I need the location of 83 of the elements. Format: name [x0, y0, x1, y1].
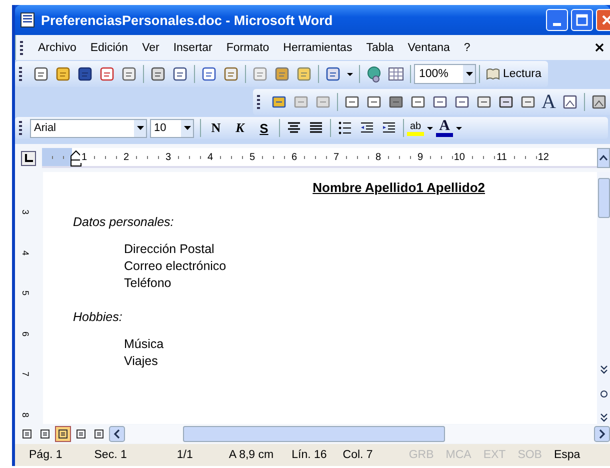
- toolbar-grip[interactable]: [19, 67, 22, 81]
- reading-button[interactable]: Lectura: [483, 68, 544, 80]
- toolbar-grip[interactable]: [256, 95, 260, 109]
- ruler-number: 6: [21, 331, 31, 336]
- close-document-icon[interactable]: [595, 43, 604, 52]
- ruler-number: 5: [248, 152, 256, 162]
- ruler-number: 3: [21, 210, 31, 214]
- image-icon[interactable]: [561, 93, 579, 111]
- table-icon[interactable]: [387, 65, 405, 83]
- list-item: Correo electrónico: [124, 258, 226, 275]
- ruler-number: 4: [21, 250, 31, 256]
- menu-item[interactable]: Insertar: [166, 42, 220, 54]
- dropdown-arrow-icon: [184, 126, 190, 130]
- ruler-number: 3: [164, 152, 172, 162]
- browse-buttons-icon[interactable]: [598, 364, 608, 424]
- maximize-icon: [576, 14, 588, 26]
- close-icon: [601, 14, 610, 26]
- section-title: Datos personales:: [73, 215, 175, 229]
- status-text: 1/1: [176, 449, 193, 461]
- ruler-number: 6: [290, 152, 298, 162]
- left-tab-icon: [24, 153, 34, 163]
- toolbar-grip[interactable]: [20, 40, 23, 54]
- menu-item[interactable]: Edición: [83, 42, 136, 54]
- ruler-number: 8: [374, 152, 382, 162]
- window-title: PreferenciasPersonales.doc - Microsoft Word: [41, 12, 333, 28]
- ruler-number: 12: [536, 152, 550, 162]
- dropdown-arrow-icon: [136, 126, 144, 130]
- menu-item[interactable]: Tabla: [359, 42, 401, 54]
- menu-item[interactable]: Ventana: [400, 42, 457, 54]
- font-dropdown[interactable]: Arial: [30, 118, 147, 138]
- status-text: Espa: [554, 449, 580, 461]
- page-icon: [39, 428, 51, 440]
- page-icon: [57, 428, 69, 440]
- status-text: Sec. 1: [94, 449, 127, 461]
- bullet-list-icon[interactable]: [336, 119, 354, 137]
- page-icon: [93, 428, 105, 440]
- tab-selector[interactable]: [21, 150, 36, 166]
- dropdown-arrow-icon: [466, 72, 472, 76]
- ruler-number: 7: [332, 152, 340, 162]
- ruler-number: 7: [21, 372, 31, 377]
- list-item: Teléfono: [124, 275, 172, 292]
- underline-button[interactable]: S: [252, 120, 276, 136]
- list-item: Viajes: [124, 353, 158, 370]
- ruler-number: 10: [452, 152, 466, 162]
- menu-item[interactable]: Ver: [135, 42, 166, 54]
- bold-button[interactable]: N: [204, 120, 228, 136]
- ruler-number: 11: [496, 152, 508, 162]
- status-text: Col. 7: [342, 449, 373, 461]
- zoom-dropdown[interactable]: 100%: [414, 64, 476, 84]
- toolbar-grip[interactable]: [19, 121, 22, 135]
- font-size-dropdown[interactable]: 10: [150, 118, 194, 138]
- status-text: Pág. 1: [29, 449, 62, 461]
- horizontal-scrollbar[interactable]: [109, 425, 610, 443]
- list-item: Dirección Postal: [124, 241, 214, 258]
- list-item: Música: [124, 336, 164, 353]
- ruler-number: 4: [206, 152, 214, 162]
- ruler-number: 8: [21, 412, 31, 418]
- scroll-thumb[interactable]: [183, 426, 445, 442]
- page-icon: [21, 428, 33, 440]
- page-icon: [75, 428, 87, 440]
- section-title: Hobbies:: [73, 310, 124, 324]
- menu-item[interactable]: Herramientas: [276, 42, 360, 54]
- document-icon: [20, 12, 36, 28]
- menu-item[interactable]: ?: [456, 42, 478, 54]
- menu-item[interactable]: Formato: [219, 42, 276, 54]
- status-text: Lín. 16: [292, 449, 327, 461]
- scroll-thumb[interactable]: [598, 178, 610, 218]
- view-button[interactable]: [55, 426, 71, 442]
- minimize-button[interactable]: [546, 9, 568, 31]
- italic-button[interactable]: K: [228, 120, 252, 136]
- document-heading: Nombre Apellido1 Apellido2: [312, 180, 485, 195]
- menu-item[interactable]: Archivo: [31, 42, 84, 54]
- minimize-icon: [553, 22, 561, 26]
- ruler-number: 5: [21, 290, 31, 296]
- ruler-number: 1: [80, 152, 88, 162]
- wordart-button[interactable]: A: [538, 93, 559, 111]
- maximize-button[interactable]: [571, 9, 593, 31]
- vertical-scrollbar[interactable]: [597, 172, 610, 424]
- book-icon: [486, 68, 500, 80]
- status-text: A 8,9 cm: [228, 449, 274, 461]
- ruler-number: 2: [122, 152, 130, 162]
- ruler-number: 9: [416, 152, 424, 162]
- highlight-button[interactable]: ab: [407, 120, 424, 136]
